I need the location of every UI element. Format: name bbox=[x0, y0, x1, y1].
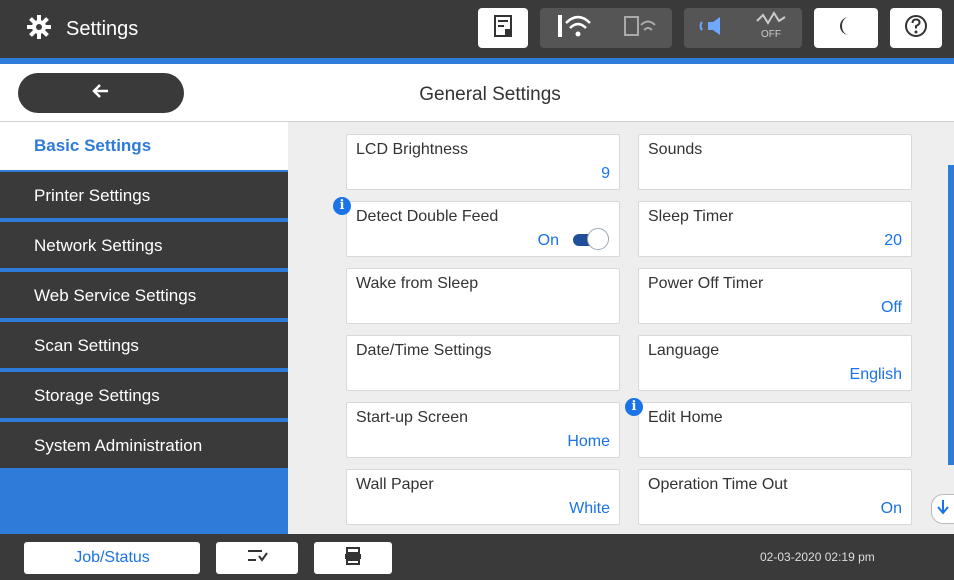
setting-value: Off bbox=[880, 299, 902, 316]
lcd-brightness-setting[interactable]: LCD Brightness 9 bbox=[346, 134, 620, 190]
setting-label: Date/Time Settings bbox=[356, 342, 492, 359]
wifi-icon bbox=[556, 11, 592, 46]
settings-panel: LCD Brightness 9 Sounds Detect Double Fe… bbox=[288, 122, 954, 534]
setting-label: Sleep Timer bbox=[648, 208, 734, 225]
arrow-down-icon bbox=[936, 498, 950, 521]
language-setting[interactable]: Language English bbox=[638, 335, 912, 391]
printer-icon bbox=[343, 546, 363, 571]
setting-label: Language bbox=[648, 342, 720, 359]
sidebar-item-label: Storage Settings bbox=[34, 386, 160, 405]
scrollbar[interactable] bbox=[948, 165, 954, 465]
top-bar: Settings OFF bbox=[0, 0, 954, 58]
wake-from-sleep-setting[interactable]: Wake from Sleep bbox=[346, 268, 620, 324]
job-status-label: Job/Status bbox=[74, 549, 150, 566]
print-queue-button[interactable] bbox=[216, 542, 298, 574]
setting-value: On bbox=[880, 500, 902, 517]
wifi-direct-icon bbox=[623, 11, 657, 46]
sidebar-item-system-administration[interactable]: System Administration bbox=[0, 422, 288, 470]
sidebar-item-storage-settings[interactable]: Storage Settings bbox=[0, 372, 288, 420]
sound-eco-status-button[interactable]: OFF bbox=[684, 8, 802, 48]
setting-label: Start-up Screen bbox=[356, 409, 469, 426]
sidebar-item-label: Network Settings bbox=[34, 236, 163, 255]
startup-screen-setting[interactable]: Start-up Screen Home bbox=[346, 402, 620, 458]
sidebar-item-label: System Administration bbox=[34, 436, 203, 455]
bottom-bar: Job/Status 02-03-2020 02:19 pm bbox=[0, 534, 954, 580]
sidebar-item-label: Basic Settings bbox=[34, 136, 152, 155]
page-title: General Settings bbox=[419, 84, 561, 105]
info-icon[interactable]: i bbox=[625, 398, 643, 416]
sidebar-item-printer-settings[interactable]: Printer Settings bbox=[0, 172, 288, 220]
sleep-mode-button[interactable] bbox=[814, 8, 878, 48]
sidebar-item-network-settings[interactable]: Network Settings bbox=[0, 222, 288, 270]
page-header: General Settings bbox=[0, 64, 954, 122]
info-icon[interactable]: i bbox=[333, 197, 351, 215]
setting-label: Edit Home bbox=[648, 409, 723, 426]
sound-icon bbox=[698, 14, 726, 43]
toggle-knob bbox=[587, 228, 609, 250]
wall-paper-setting[interactable]: Wall Paper White bbox=[346, 469, 620, 525]
eco-off-icon: OFF bbox=[754, 9, 788, 48]
app-title: Settings bbox=[66, 18, 139, 40]
sidebar: Basic Settings Printer Settings Network … bbox=[0, 122, 288, 534]
printer-status-button[interactable] bbox=[478, 8, 528, 48]
setting-label: Wake from Sleep bbox=[356, 275, 479, 292]
job-status-button[interactable]: Job/Status bbox=[24, 542, 200, 574]
date-time-display: 02-03-2020 02:19 pm bbox=[760, 550, 875, 564]
queue-icon bbox=[245, 547, 269, 570]
setting-label: Wall Paper bbox=[356, 476, 434, 493]
sounds-setting[interactable]: Sounds bbox=[638, 134, 912, 190]
power-off-timer-setting[interactable]: Power Off Timer Off bbox=[638, 268, 912, 324]
setting-value: English bbox=[849, 366, 902, 383]
sidebar-item-label: Scan Settings bbox=[34, 336, 139, 355]
edit-home-setting[interactable]: Edit Home bbox=[638, 402, 912, 458]
back-button[interactable] bbox=[18, 73, 184, 113]
setting-label: Power Off Timer bbox=[648, 275, 764, 292]
setting-value: 9 bbox=[601, 165, 610, 182]
detect-double-feed-setting[interactable]: Detect Double Feed On bbox=[346, 201, 620, 257]
arrow-left-icon bbox=[91, 83, 111, 104]
network-status-button[interactable] bbox=[540, 8, 672, 48]
date-time-settings-setting[interactable]: Date/Time Settings bbox=[346, 335, 620, 391]
sidebar-item-basic-settings[interactable]: Basic Settings bbox=[0, 122, 288, 170]
setting-label: Operation Time Out bbox=[648, 476, 788, 493]
setting-value: White bbox=[569, 500, 610, 517]
svg-text:OFF: OFF bbox=[761, 29, 781, 40]
help-button[interactable] bbox=[890, 8, 942, 48]
moon-icon bbox=[836, 15, 856, 42]
sidebar-item-label: Printer Settings bbox=[34, 186, 151, 205]
toggle-switch[interactable] bbox=[567, 228, 609, 250]
sidebar-item-web-service-settings[interactable]: Web Service Settings bbox=[0, 272, 288, 320]
stop-button[interactable] bbox=[314, 542, 392, 574]
document-icon bbox=[493, 14, 513, 43]
setting-value: On bbox=[537, 232, 559, 249]
gear-icon bbox=[26, 14, 52, 45]
sidebar-item-label: Web Service Settings bbox=[34, 286, 197, 305]
sleep-timer-setting[interactable]: Sleep Timer 20 bbox=[638, 201, 912, 257]
setting-value: Home bbox=[567, 433, 610, 450]
scroll-down-button[interactable] bbox=[931, 494, 954, 524]
setting-value: 20 bbox=[884, 232, 902, 249]
app-title-group: Settings bbox=[26, 14, 138, 45]
operation-time-out-setting[interactable]: Operation Time Out On bbox=[638, 469, 912, 525]
sidebar-item-scan-settings[interactable]: Scan Settings bbox=[0, 322, 288, 370]
setting-label: LCD Brightness bbox=[356, 141, 469, 158]
setting-label: Detect Double Feed bbox=[356, 208, 499, 225]
help-icon bbox=[904, 14, 928, 43]
setting-label: Sounds bbox=[648, 141, 703, 158]
